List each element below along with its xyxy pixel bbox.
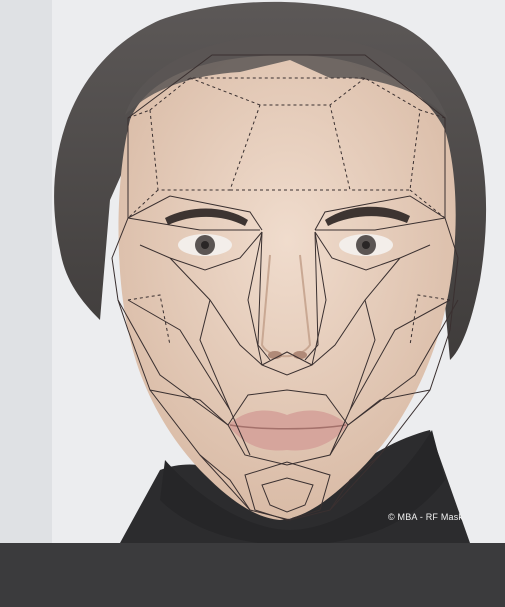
photo-credit: © MBA - RF Mask (388, 512, 464, 522)
footer-bar (0, 543, 505, 607)
